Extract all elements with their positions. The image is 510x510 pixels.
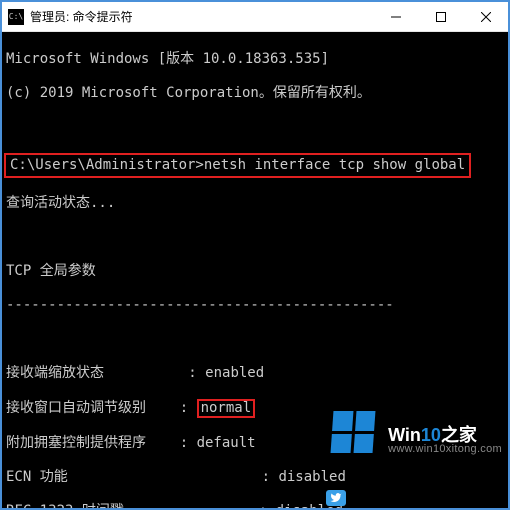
watermark-text: Win10之家 www.win10xitong.com bbox=[388, 426, 502, 455]
command-line: C:\Users\Administrator>netsh interface t… bbox=[6, 153, 504, 178]
window-controls bbox=[373, 2, 508, 31]
watermark-url: www.win10xitong.com bbox=[388, 444, 502, 455]
minimize-button[interactable] bbox=[373, 2, 418, 31]
maximize-button[interactable] bbox=[418, 2, 463, 31]
banner-line: Microsoft Windows [版本 10.0.18363.535] bbox=[6, 51, 504, 68]
windows-logo-icon bbox=[330, 411, 375, 453]
separator-line: ----------------------------------------… bbox=[6, 297, 504, 314]
close-button[interactable] bbox=[463, 2, 508, 31]
status-line: 查询活动状态... bbox=[6, 195, 504, 212]
prompt-path: C:\Users\Administrator> bbox=[10, 157, 204, 173]
window-title: 管理员: 命令提示符 bbox=[30, 8, 373, 25]
blank-line bbox=[6, 229, 504, 246]
section-header: TCP 全局参数 bbox=[6, 263, 504, 280]
banner-line: (c) 2019 Microsoft Corporation。保留所有权利。 bbox=[6, 85, 504, 102]
typed-command: netsh interface tcp show global bbox=[204, 157, 465, 173]
blank-line bbox=[6, 331, 504, 348]
terminal-output[interactable]: Microsoft Windows [版本 10.0.18363.535] (c… bbox=[2, 32, 508, 508]
twitter-bird-icon bbox=[326, 490, 346, 506]
cmd-icon: C:\ bbox=[8, 9, 24, 25]
watermark: Win10之家 www.win10xitong.com bbox=[332, 377, 503, 504]
blank-line bbox=[6, 119, 504, 136]
window-titlebar: C:\ 管理员: 命令提示符 bbox=[2, 2, 508, 32]
highlighted-value: normal bbox=[197, 399, 256, 418]
